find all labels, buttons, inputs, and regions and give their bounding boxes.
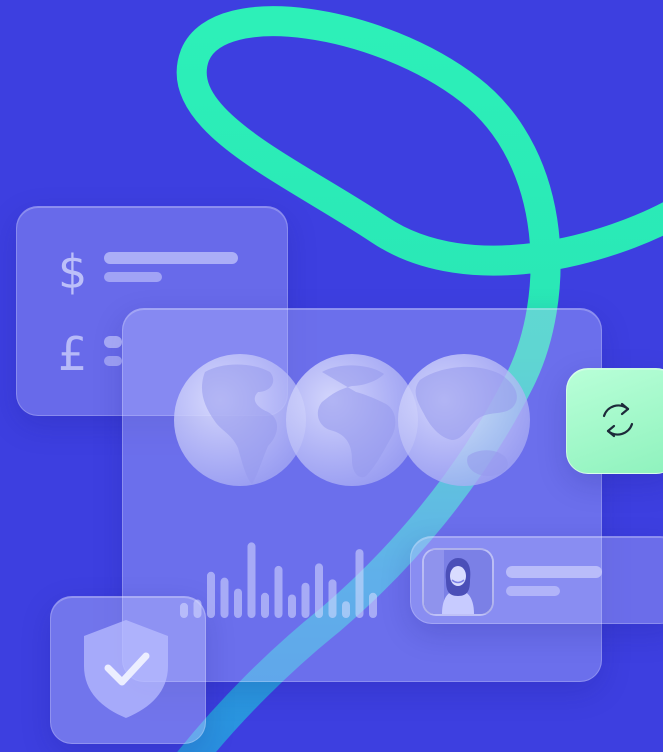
person-avatar-icon [424, 550, 492, 614]
security-card [50, 596, 206, 744]
sync-card[interactable] [566, 368, 663, 474]
illustration-scene: $ £ [0, 0, 663, 752]
avatar [422, 548, 494, 616]
